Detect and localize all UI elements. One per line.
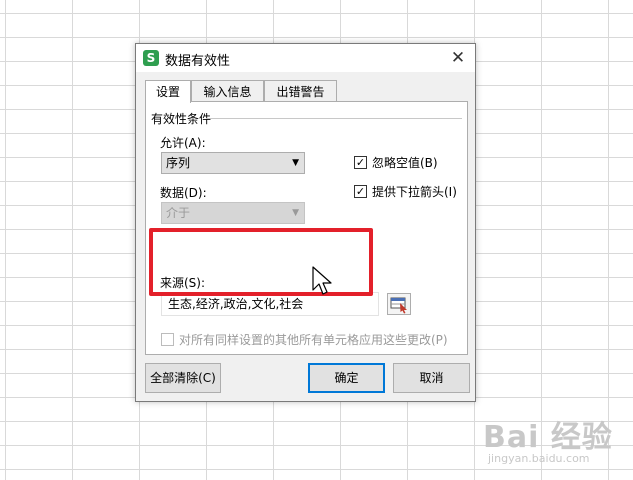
tab-settings[interactable]: 设置 (145, 80, 191, 103)
data-select-value: 介于 (166, 206, 191, 220)
allow-select[interactable]: 序列 ▼ (161, 152, 305, 174)
source-highlight-box (149, 228, 373, 296)
apply-all-checkbox (161, 333, 174, 346)
data-label: 数据(D): (160, 186, 207, 200)
wps-app-icon: S (143, 50, 159, 66)
clear-all-button[interactable]: 全部清除(C) (145, 363, 221, 393)
ignore-blank-label: 忽略空值(B) (372, 156, 438, 170)
mouse-cursor-icon (312, 266, 332, 295)
chevron-down-icon: ▼ (292, 158, 299, 168)
watermark-url: jingyan.baidu.com (488, 452, 590, 465)
chevron-down-icon: ▼ (292, 208, 299, 218)
range-select-button[interactable] (387, 293, 411, 315)
data-select: 介于 ▼ (161, 202, 305, 224)
dropdown-arrow-label: 提供下拉箭头(I) (372, 185, 457, 199)
allow-label: 允许(A): (160, 136, 206, 150)
range-picker-icon (390, 297, 407, 314)
dropdown-arrow-checkbox[interactable]: ✓ (354, 185, 367, 198)
allow-select-value: 序列 (166, 156, 191, 170)
ignore-blank-checkbox[interactable]: ✓ (354, 156, 367, 169)
dialog-titlebar: S 数据有效性 ✕ (136, 44, 475, 72)
tab-error-alert[interactable]: 出错警告 (264, 80, 337, 102)
apply-all-label: 对所有同样设置的其他所有单元格应用这些更改(P) (179, 333, 448, 347)
tab-input-message[interactable]: 输入信息 (191, 80, 264, 102)
dialog-title: 数据有效性 (165, 54, 231, 69)
data-validation-dialog: S 数据有效性 ✕ 设置 输入信息 出错警告 有效性条件 允许(A): 序列 ▼… (135, 43, 476, 402)
close-icon[interactable]: ✕ (447, 47, 469, 69)
ok-button[interactable]: 确定 (308, 363, 385, 393)
watermark-logo: Bai 经验 (483, 420, 613, 455)
group-divider (206, 118, 462, 119)
cancel-button[interactable]: 取消 (393, 363, 470, 393)
validation-criteria-label: 有效性条件 (151, 110, 215, 127)
